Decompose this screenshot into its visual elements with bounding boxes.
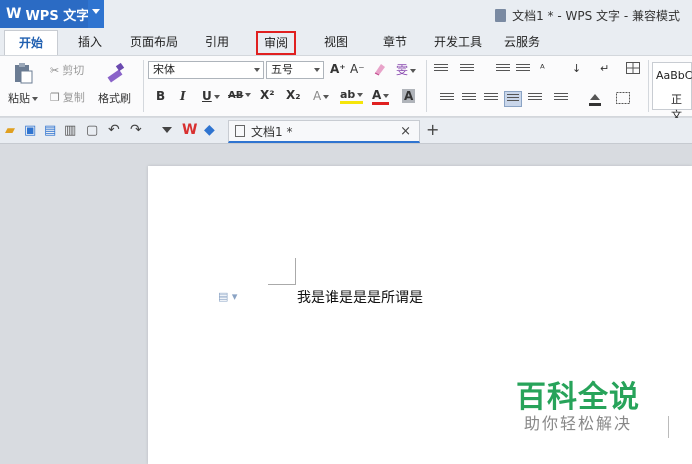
tab-home[interactable]: 开始 <box>4 30 58 55</box>
strikethrough-button[interactable]: AB <box>228 90 252 101</box>
style-preview: AaBbC <box>656 69 692 82</box>
style-gallery[interactable]: AaBbC 正文 <box>652 62 692 122</box>
italic-button[interactable]: I <box>180 89 186 103</box>
close-icon[interactable]: × <box>400 124 411 139</box>
format-painter-icon[interactable] <box>104 61 126 83</box>
format-painter-label[interactable]: 格式刷 <box>98 90 131 106</box>
underline-button[interactable]: U <box>202 89 220 103</box>
open-folder-icon[interactable]: ▰ <box>5 123 15 138</box>
align-center-icon[interactable] <box>462 93 476 105</box>
text-direction-icon[interactable]: ᴬ <box>540 62 554 76</box>
tab-developer[interactable]: 开发工具 <box>428 30 488 54</box>
scissors-icon: ✂ <box>50 63 60 77</box>
window-title-text: 文档1 * - WPS 文字 - 兼容模式 <box>512 9 680 23</box>
print-icon[interactable]: ▥ <box>64 123 76 138</box>
text-effect-button[interactable]: A <box>313 89 330 103</box>
bold-button[interactable]: B <box>156 89 165 103</box>
document-tab-label: 文档1 * <box>251 124 293 139</box>
copy-button[interactable]: ❐ 复制 <box>50 89 85 105</box>
line-spacing-icon[interactable] <box>554 93 568 105</box>
tab-view[interactable]: 视图 <box>316 30 356 54</box>
ribbon: 粘贴 ✂ 剪切 ❐ 复制 格式刷 宋体 五号 A⁺ A⁻ 雯 B I U AB … <box>0 55 692 122</box>
ribbon-tabs: 开始 插入 页面布局 引用 审阅 视图 章节 开发工具 云服务 <box>0 30 692 55</box>
wps-icon[interactable]: W <box>182 122 197 138</box>
font-color-button[interactable]: A <box>372 88 390 105</box>
distributed-icon[interactable] <box>528 93 542 105</box>
align-right-icon[interactable] <box>484 93 498 105</box>
undo-icon[interactable]: ↶ <box>108 122 120 138</box>
superscript-button[interactable]: X² <box>260 88 275 102</box>
customize-toolbar-icon[interactable] <box>162 127 172 133</box>
subscript-button[interactable]: X₂ <box>286 88 301 102</box>
paste-icon[interactable] <box>12 62 34 84</box>
table-borders-icon[interactable] <box>616 92 630 104</box>
export-pdf-icon[interactable]: ▤ <box>44 123 56 138</box>
page-margin-corner <box>295 258 296 285</box>
tab-review[interactable]: 审阅 <box>256 31 296 55</box>
tab-cloud[interactable]: 云服务 <box>498 30 546 54</box>
save-icon[interactable]: ▣ <box>24 123 36 138</box>
decrease-indent-icon[interactable] <box>496 64 510 76</box>
document-text[interactable]: 我是谁是是是所谓是 <box>297 287 423 307</box>
paste-label[interactable]: 粘贴 <box>8 90 38 106</box>
highlight-button[interactable]: ab <box>340 88 364 104</box>
app-menu-button[interactable]: W WPS 文字 <box>0 0 104 28</box>
app-menu-arrow[interactable] <box>88 0 104 28</box>
redo-icon[interactable]: ↷ <box>130 122 142 138</box>
align-left-icon[interactable] <box>440 93 454 105</box>
app-name: WPS 文字 <box>25 8 90 24</box>
title-bar: W WPS 文字 文档1 * - WPS 文字 - 兼容模式 <box>0 0 692 30</box>
phonetic-guide-button[interactable]: 雯 <box>396 61 417 78</box>
page-edge-marker <box>668 416 669 438</box>
print-preview-icon[interactable]: ▢ <box>86 123 98 138</box>
show-marks-icon[interactable]: ↵ <box>600 62 614 76</box>
quick-access-bar: ▰ ▣ ▤ ▥ ▢ ↶ ↷ W ◆ 文档1 * × + <box>0 118 692 144</box>
shrink-font-button[interactable]: A⁻ <box>350 62 365 76</box>
page-margin-corner-h <box>268 284 296 285</box>
cloud-docs-icon[interactable]: ◆ <box>204 122 215 138</box>
document-icon <box>495 9 507 22</box>
sort-icon[interactable]: ↓ <box>572 62 586 76</box>
document-tab[interactable]: 文档1 * × <box>228 120 420 143</box>
tab-insert[interactable]: 插入 <box>68 30 112 54</box>
document-icon <box>235 125 245 137</box>
grow-font-button[interactable]: A⁺ <box>330 62 346 76</box>
bullet-list-icon[interactable] <box>434 64 448 76</box>
chevron-down-icon <box>92 9 100 14</box>
tab-page-layout[interactable]: 页面布局 <box>124 30 184 54</box>
justify-icon[interactable] <box>504 91 522 107</box>
copy-icon: ❐ <box>50 90 60 104</box>
tab-references[interactable]: 引用 <box>196 30 238 54</box>
clear-format-icon[interactable] <box>372 61 388 77</box>
paragraph-shading-icon[interactable] <box>588 92 602 106</box>
paragraph-handle-icon[interactable]: ▤ ▾ <box>218 290 237 303</box>
char-shading-button[interactable]: A <box>402 89 416 103</box>
new-tab-button[interactable]: + <box>426 120 439 139</box>
increase-indent-icon[interactable] <box>516 64 530 76</box>
cut-button[interactable]: ✂ 剪切 <box>50 62 84 78</box>
tab-chapter[interactable]: 章节 <box>374 30 416 54</box>
watermark-sub: 助你轻松解决 <box>524 414 633 433</box>
window-title: 文档1 * - WPS 文字 - 兼容模式 <box>495 7 680 24</box>
font-size-select[interactable]: 五号 <box>266 61 324 79</box>
font-name-select[interactable]: 宋体 <box>148 61 264 79</box>
borders-icon[interactable] <box>626 62 640 74</box>
wps-logo-icon: W <box>6 6 22 22</box>
numbered-list-icon[interactable] <box>460 64 474 76</box>
